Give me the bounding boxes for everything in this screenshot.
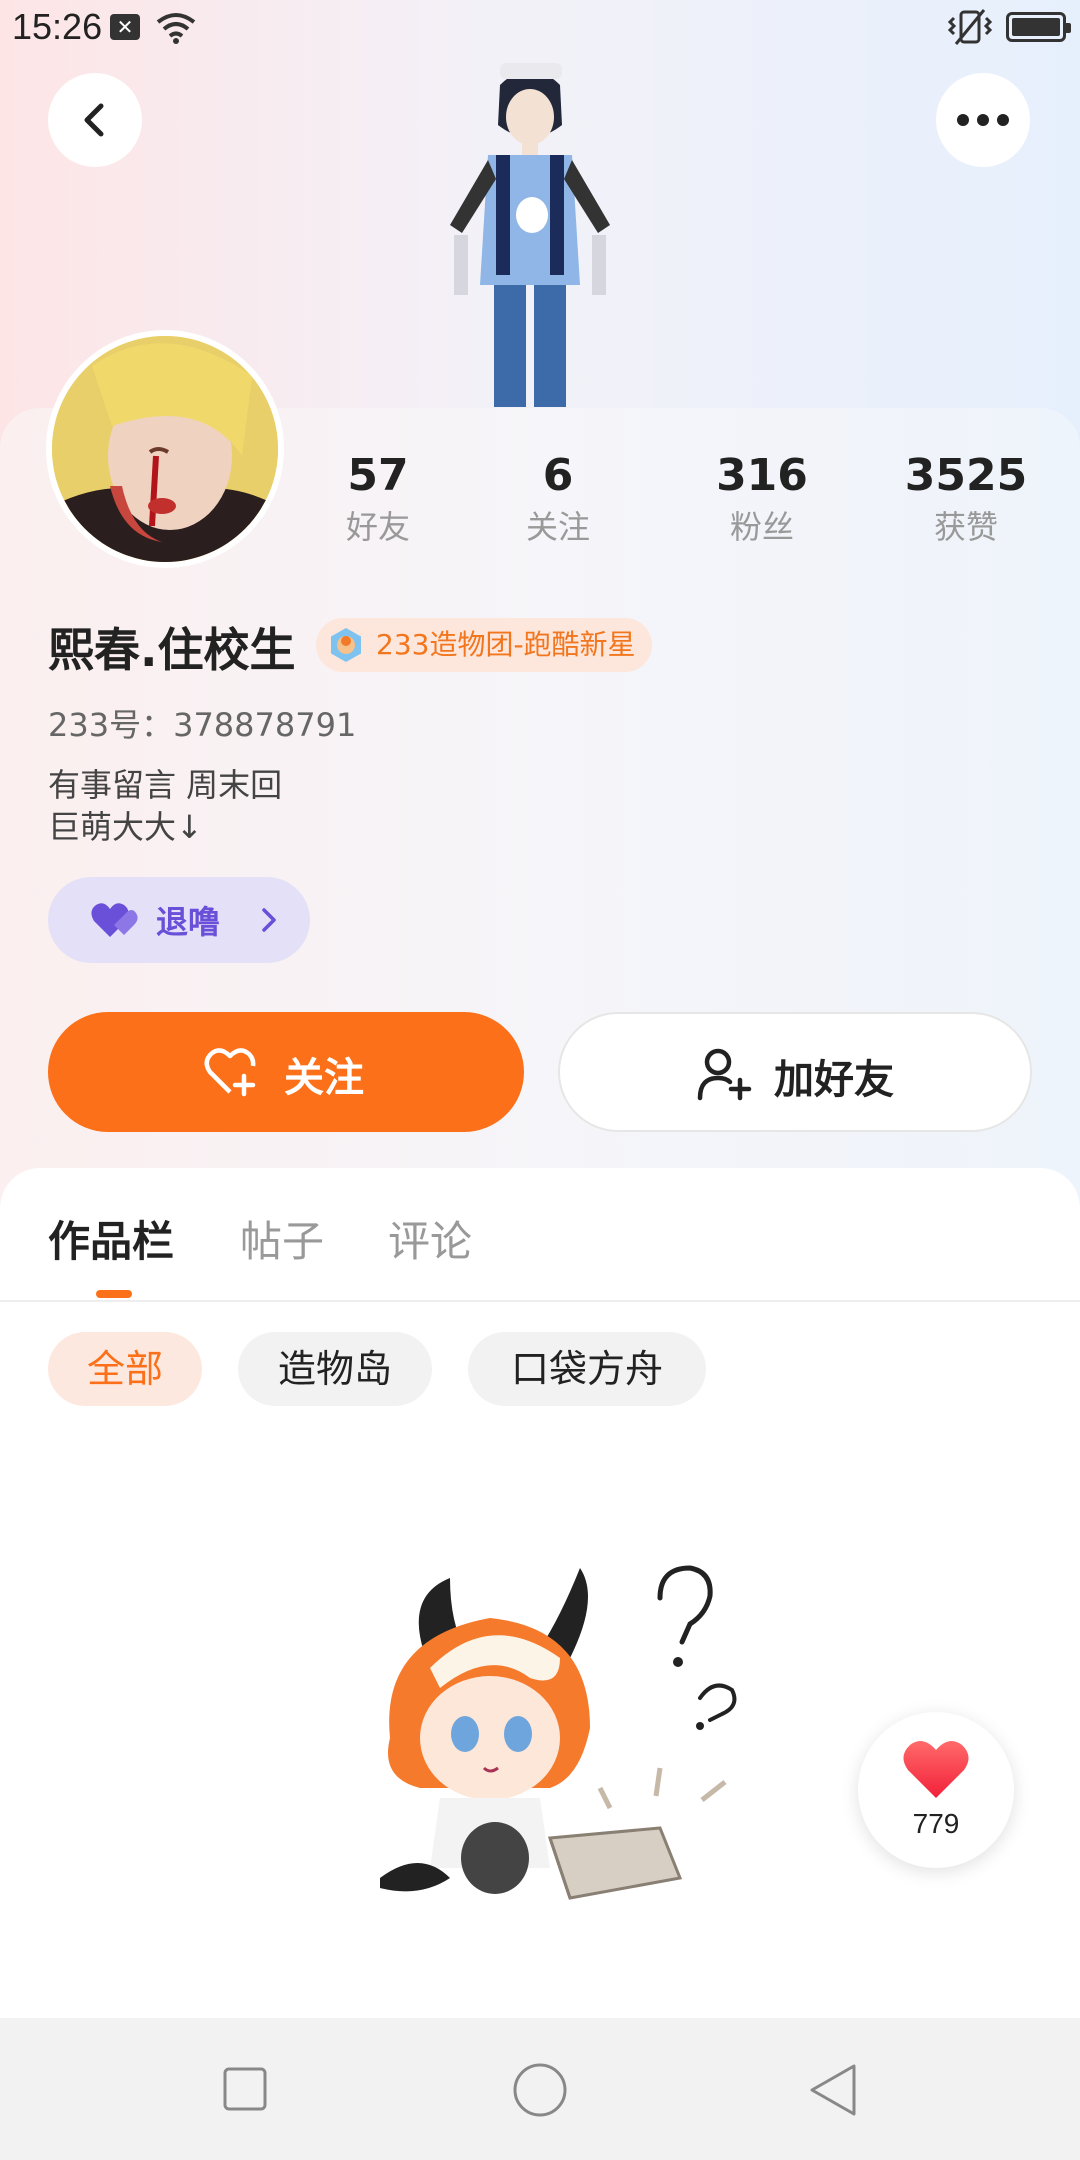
stat-following[interactable]: 6 关注 [478,448,638,550]
badge-hexagon-icon [331,628,361,662]
filter-island[interactable]: 造物岛 [238,1332,432,1406]
recent-apps-icon[interactable] [222,2066,268,2112]
tag-label: 退噜 [156,903,221,941]
back-nav-icon[interactable] [808,2062,858,2118]
tab-posts[interactable]: 帖子 [240,1208,324,1269]
heart-icon [903,1741,969,1798]
filter-ark[interactable]: 口袋方舟 [468,1332,706,1406]
filter-all[interactable]: 全部 [48,1332,202,1406]
bio-line: 有事留言 周末回 [48,766,283,804]
tab-works[interactable]: 作品栏 [48,1208,174,1269]
add-friend-button[interactable]: 加好友 [558,1012,1032,1132]
home-icon[interactable] [512,2062,568,2118]
status-bar: 15:26 ✕ [0,0,1080,56]
user-id[interactable]: 233号：378878791 [48,700,356,746]
user-name: 熙春.住校生 [48,623,296,677]
stat-label: 粉丝 [729,508,794,546]
stat-label: 好友 [345,508,410,546]
double-heart-icon [91,903,138,937]
stat-label: 关注 [525,508,590,546]
back-button[interactable] [48,73,142,167]
creator-badge[interactable]: 233造物团-跑酷新星 [316,618,652,672]
wifi-icon [156,13,196,44]
profile-stats: 57 好友 6 关注 316 粉丝 3525 获赞 [0,448,1080,568]
heart-plus-icon [204,1048,256,1097]
follow-button[interactable]: 关注 [48,1012,524,1132]
like-float-button[interactable]: 779 [858,1712,1014,1868]
follow-label: 关注 [284,1055,364,1101]
stat-likes[interactable]: 3525 获赞 [886,448,1046,550]
system-navigation-bar [0,2018,1080,2160]
more-dots-icon [957,114,1009,126]
add-friend-label: 加好友 [774,1057,894,1103]
like-count: 779 [912,1808,960,1839]
stat-value: 316 [716,450,808,501]
tab-comments[interactable]: 评论 [388,1208,472,1269]
empty-state-illustration [380,1565,737,1900]
content-section: 作品栏 帖子 评论 全部 造物岛 口袋方舟 [0,1168,1080,2018]
user-bio: 有事留言 周末回 巨萌大大↓ [48,764,282,848]
tab-indicator [96,1290,132,1298]
chevron-right-icon [262,908,276,932]
tab-divider [0,1300,1080,1302]
stat-fans[interactable]: 316 粉丝 [682,448,842,550]
battery-icon [1006,12,1071,42]
notification-icon: ✕ [110,14,140,40]
tag-pill[interactable]: 退噜 [48,877,310,963]
stat-value: 6 [542,450,574,501]
stat-label: 获赞 [933,508,998,546]
stat-friends[interactable]: 57 好友 [298,448,458,550]
more-button[interactable] [936,73,1030,167]
add-friend-icon [697,1048,752,1101]
status-time: 15:26 [12,6,103,47]
chevron-left-icon [84,103,104,137]
stat-value: 57 [347,450,409,501]
vibrate-icon [948,9,992,45]
bio-line: 巨萌大大↓ [48,808,203,846]
badge-label: 233造物团-跑酷新星 [376,628,636,661]
stat-value: 3525 [904,450,1028,501]
avatar-3d-figure[interactable] [430,55,630,407]
